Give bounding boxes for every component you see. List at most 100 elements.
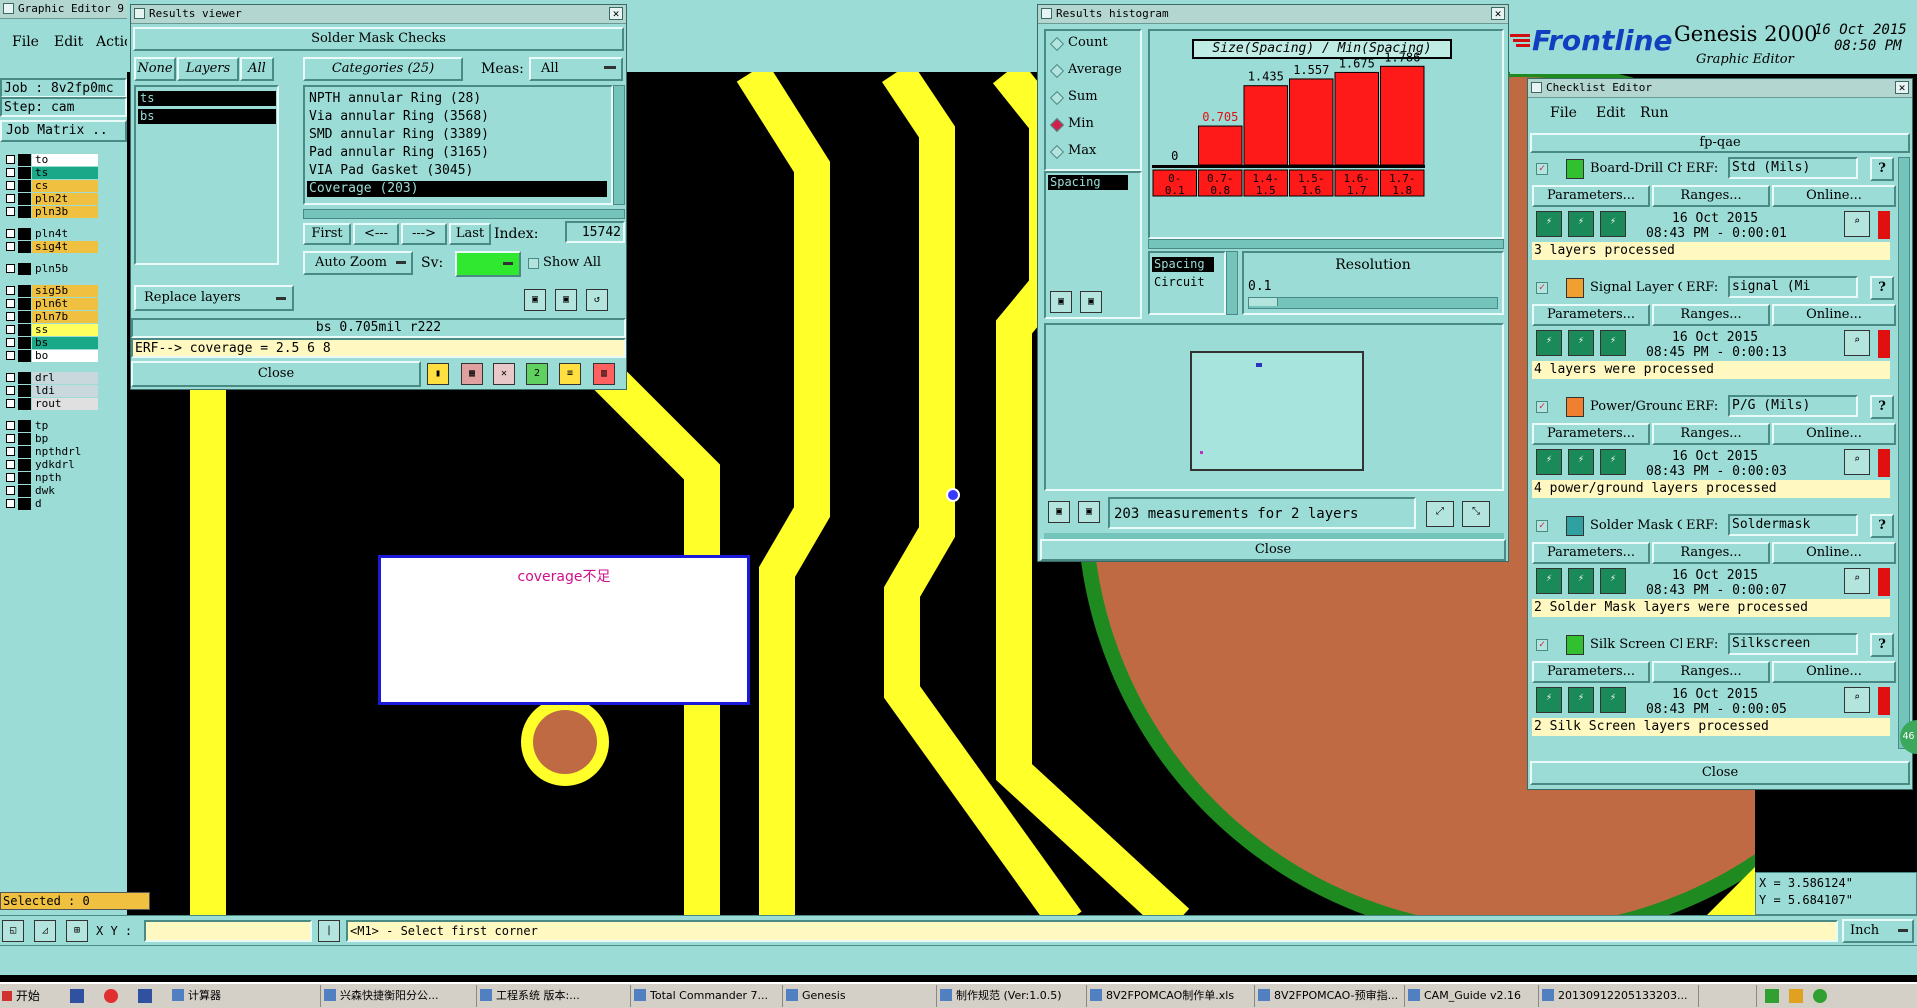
ranges-button[interactable]: Ranges... <box>1652 542 1770 564</box>
layer-row[interactable]: pln2t <box>4 193 98 205</box>
run-all-icon[interactable]: ⚡ <box>1568 211 1594 237</box>
stop-icon[interactable]: ⚡ <box>1600 687 1626 713</box>
ref-icon[interactable]: ▣ <box>1080 291 1102 313</box>
category-item[interactable]: Via annular Ring (3568) <box>307 109 607 125</box>
online-button[interactable]: Online... <box>1772 661 1896 683</box>
layer-row[interactable]: pln4t <box>4 228 98 240</box>
app-icon[interactable] <box>70 989 84 1003</box>
layer-row[interactable]: pln6t <box>4 298 98 310</box>
layer-row[interactable]: rout <box>4 398 98 410</box>
erf-field[interactable]: signal (Mi <box>1728 276 1858 298</box>
layer-checkbox[interactable] <box>6 286 15 295</box>
slider-handle[interactable] <box>1249 298 1278 306</box>
del-icon[interactable]: ▣ <box>1048 501 1070 523</box>
measure-list[interactable]: Spacing ▣ ▣ <box>1044 171 1142 319</box>
all-button[interactable]: All <box>240 57 274 81</box>
spacing-circuit-list[interactable]: Spacing Circuit <box>1148 251 1226 315</box>
taskbar-item[interactable]: 工程系统 版本:... <box>476 985 631 1007</box>
layer-list-item[interactable]: ts <box>138 91 276 106</box>
xy-input[interactable] <box>144 920 312 942</box>
taskbar-item[interactable]: 计算器 <box>168 985 321 1007</box>
layer-checkbox[interactable] <box>6 373 15 382</box>
highlight-icon[interactable]: ▦ <box>461 363 483 385</box>
layer-checkbox[interactable] <box>6 473 15 482</box>
first-button[interactable]: First <box>303 223 351 245</box>
erf-field[interactable]: P/G (Mils) <box>1728 395 1858 417</box>
zoom-results-icon[interactable]: ⌕ <box>1844 211 1870 237</box>
spacing-item[interactable]: Spacing <box>1152 257 1214 272</box>
histogram-icon[interactable]: ▥ <box>593 363 615 385</box>
ranges-button[interactable]: Ranges... <box>1652 661 1770 683</box>
taskbar-item[interactable]: CAM_Guide v2.16 <box>1404 985 1539 1007</box>
option-count[interactable]: Count <box>1049 35 1138 53</box>
ranges-button[interactable]: Ranges... <box>1652 423 1770 445</box>
check-name[interactable]: Signal Layer Ch <box>1590 280 1682 295</box>
run-icon[interactable]: ⚡ <box>1536 568 1562 594</box>
del-icon[interactable]: ▣ <box>1050 291 1072 313</box>
display-icon[interactable]: ▮ <box>427 363 449 385</box>
category-item[interactable]: NPTH annular Ring (28) <box>307 91 607 107</box>
menu-run[interactable]: Run <box>1640 105 1669 121</box>
category-item[interactable]: Pad annular Ring (3165) <box>307 145 607 161</box>
layer-row[interactable]: pln3b <box>4 206 98 218</box>
layer-checkbox[interactable] <box>6 229 15 238</box>
start-button[interactable]: 开始 <box>2 985 58 1007</box>
tray-icon[interactable] <box>1813 989 1827 1003</box>
checklist-scrollbar[interactable] <box>1898 157 1910 749</box>
category-list[interactable]: NPTH annular Ring (28) Via annular Ring (… <box>303 85 613 205</box>
layer-row[interactable]: cs <box>4 180 98 192</box>
parameters-button[interactable]: Parameters... <box>1532 542 1650 564</box>
check-name[interactable]: Solder Mask Ch <box>1590 518 1682 533</box>
checklist-close-button[interactable]: Close <box>1530 761 1910 785</box>
layer-row[interactable]: ydkdrl <box>4 459 98 471</box>
zoom-fit-icon[interactable]: ⤢ <box>1426 501 1454 527</box>
zoom-results-icon[interactable]: ⌕ <box>1844 330 1870 356</box>
layer-row[interactable]: pln5b <box>4 263 98 275</box>
tray-icon[interactable] <box>1765 989 1779 1003</box>
check-name[interactable]: Power/Ground C <box>1590 399 1682 414</box>
layer-checkbox[interactable] <box>6 486 15 495</box>
undo-icon[interactable]: ↺ <box>586 289 608 311</box>
resolution-slider[interactable] <box>1248 297 1498 309</box>
layer-row[interactable]: dwk <box>4 485 98 497</box>
parameters-button[interactable]: Parameters... <box>1532 185 1650 207</box>
stop-icon[interactable]: ⚡ <box>1600 330 1626 356</box>
taskbar-item[interactable]: Total Commander 7... <box>630 985 783 1007</box>
run-icon[interactable]: ⚡ <box>1536 449 1562 475</box>
check-name[interactable]: Board-Drill Che <box>1590 161 1682 176</box>
last-button[interactable]: Last <box>449 223 491 245</box>
layer-row[interactable]: sig5b <box>4 285 98 297</box>
option-max[interactable]: Max <box>1049 143 1138 161</box>
option-min[interactable]: Min <box>1049 116 1138 134</box>
option-average[interactable]: Average <box>1049 62 1138 80</box>
zoom-results-icon[interactable]: ⌕ <box>1844 687 1870 713</box>
app-icon[interactable] <box>138 989 152 1003</box>
parameters-button[interactable]: Parameters... <box>1532 423 1650 445</box>
zoom-home-icon[interactable]: ⤡ <box>1462 501 1490 527</box>
zoom-results-icon[interactable]: ⌕ <box>1844 449 1870 475</box>
menu-file[interactable]: File <box>1550 105 1577 121</box>
menu-edit[interactable]: Edit <box>1596 105 1625 121</box>
erf-field[interactable]: Silkscreen <box>1728 633 1858 655</box>
layer-row[interactable]: d <box>4 498 98 510</box>
categories-button[interactable]: Categories (25) <box>303 57 463 81</box>
layers-button[interactable]: Layers <box>177 57 239 81</box>
category-item[interactable]: VIA Pad Gasket (3045) <box>307 163 607 179</box>
ranges-button[interactable]: Ranges... <box>1652 185 1770 207</box>
layer-checkbox[interactable] <box>6 264 15 273</box>
layer-row[interactable]: drl <box>4 372 98 384</box>
grid-tool-icon[interactable]: ⊞ <box>66 920 88 942</box>
measure-tool-icon[interactable]: ◿ <box>34 920 56 942</box>
layer-checkbox[interactable] <box>6 338 15 347</box>
taskbar-item[interactable]: 兴森快捷衡阳分公... <box>320 985 477 1007</box>
parameters-button[interactable]: Parameters... <box>1532 304 1650 326</box>
layer-checkbox[interactable] <box>6 207 15 216</box>
info-icon[interactable]: | <box>318 920 340 942</box>
layer-checkbox[interactable] <box>6 460 15 469</box>
app-icon[interactable] <box>104 989 118 1003</box>
layer-row[interactable]: ldi <box>4 385 98 397</box>
layer-checkbox[interactable] <box>6 194 15 203</box>
layer-row[interactable]: to <box>4 154 98 166</box>
layer-checkbox[interactable] <box>6 312 15 321</box>
histogram-close-button[interactable]: Close <box>1040 539 1506 561</box>
